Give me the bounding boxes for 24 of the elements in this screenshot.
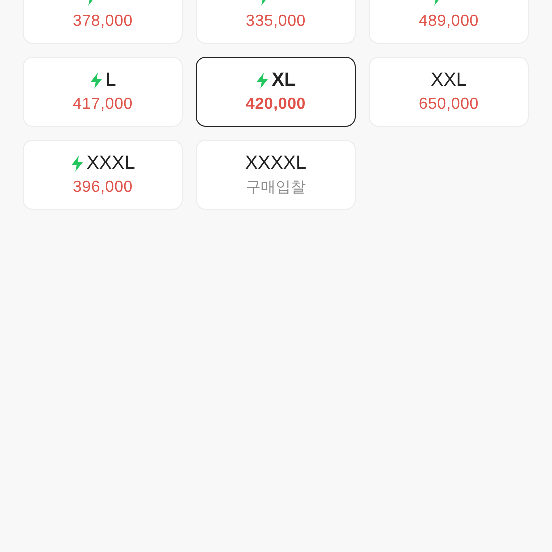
size-option[interactable]: 378,000 [23,0,183,44]
size-label: XXXL [86,152,136,176]
lightning-icon [256,73,269,89]
size-option[interactable]: XXXXL 구매입찰 [196,140,356,210]
size-option[interactable]: 489,000 [369,0,529,44]
size-label: XL [272,69,296,93]
size-option[interactable]: 335,000 [196,0,356,44]
price-text: 396,000 [73,178,133,198]
size-option[interactable]: XXXL 396,000 [23,140,183,210]
bid-text: 구매입찰 [246,178,306,198]
size-label: XXXXL [245,152,307,176]
price-text: 417,000 [73,95,133,115]
price-text: 650,000 [419,95,479,115]
size-label: XXL [431,69,467,93]
price-text: 335,000 [246,12,306,32]
lightning-icon [70,156,84,172]
size-option[interactable]: L 417,000 [23,57,183,127]
price-text: 489,000 [419,12,479,32]
price-text: 378,000 [73,12,133,32]
size-option[interactable]: XL 420,000 [196,57,356,127]
size-option[interactable]: XXL 650,000 [369,57,529,127]
price-text: 420,000 [246,95,306,115]
size-label: L [106,69,116,93]
lightning-icon [90,73,103,89]
